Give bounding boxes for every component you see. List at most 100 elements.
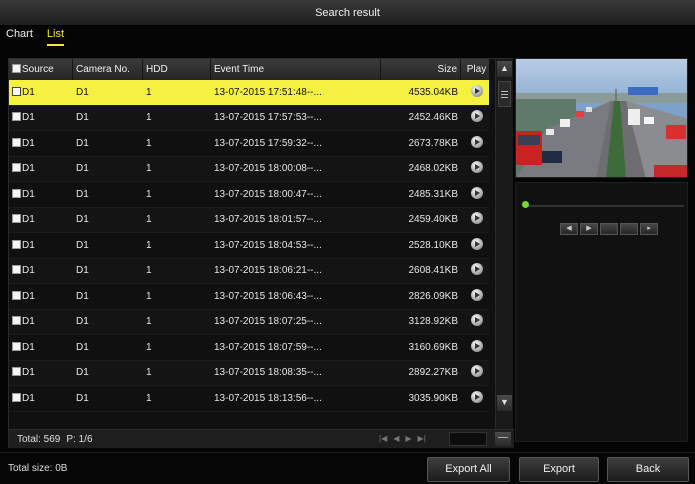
cell-event-time: 13-07-2015 18:00:47--...	[214, 188, 322, 200]
play-icon[interactable]	[470, 84, 483, 97]
row-checkbox[interactable]	[12, 367, 21, 377]
cell-size: 2892.27KB	[408, 367, 459, 379]
row-checkbox[interactable]	[12, 341, 21, 351]
list-footer: Total: 569 P: 1/6 |◀ ◀ ▶ ▶| —	[9, 429, 514, 448]
bottom-bar: Total size: 0B Export All Export Back	[0, 452, 695, 484]
video-preview	[515, 58, 688, 178]
row-checkbox[interactable]	[12, 137, 21, 147]
row-checkbox[interactable]	[12, 188, 21, 198]
row-checkbox[interactable]	[12, 392, 21, 402]
stop-icon[interactable]	[600, 223, 618, 235]
row-checkbox[interactable]	[12, 86, 21, 96]
cell-hdd: 1	[146, 290, 152, 302]
play-icon[interactable]	[470, 263, 483, 276]
cell-source: D1	[9, 239, 73, 251]
cell-play	[461, 365, 489, 380]
cell-size: 3035.90KB	[408, 392, 459, 404]
cell-camera-no: D1	[76, 163, 89, 175]
page-number-input[interactable]	[449, 432, 487, 446]
cell-source: D1	[9, 316, 73, 327]
row-checkbox[interactable]	[12, 163, 21, 173]
fast-forward-icon[interactable]: ▸	[640, 223, 658, 235]
table-row[interactable]: D1 D1 1 13-07-2015 18:00:47--... 2485.31KB	[9, 182, 489, 208]
pager: |◀ ◀ ▶ ▶|	[379, 434, 426, 443]
table-row[interactable]: D1 D1 1 13-07-2015 17:51:48--... 4535.04KB	[9, 80, 489, 106]
play-icon[interactable]	[470, 390, 483, 403]
tab-chart[interactable]: Chart	[6, 28, 33, 46]
scroll-down-button[interactable]: ▼	[497, 395, 512, 411]
header-camera-no: Camera No.	[73, 59, 143, 80]
table-row[interactable]: D1 D1 1 13-07-2015 18:06:21--... 2608.41KB	[9, 258, 489, 284]
select-all-checkbox[interactable]	[12, 64, 21, 73]
play-icon[interactable]	[470, 314, 483, 327]
cell-camera-no: D1	[76, 137, 89, 149]
row-checkbox[interactable]	[12, 316, 21, 326]
table-row[interactable]: D1 D1 1 13-07-2015 18:07:25--... 3128.92KB	[9, 309, 489, 335]
progress-indicator[interactable]	[522, 201, 529, 208]
table-row[interactable]: D1 D1 1 13-07-2015 17:57:53--... 2452.46KB	[9, 105, 489, 131]
play-icon[interactable]	[470, 110, 483, 123]
table-row[interactable]: D1 D1 1 13-07-2015 18:01:57--... 2459.40KB	[9, 207, 489, 233]
row-checkbox[interactable]	[12, 265, 21, 275]
last-page-icon[interactable]: ▶|	[418, 434, 426, 443]
table-row[interactable]: D1 D1 1 13-07-2015 18:13:56--... 3035.90KB	[9, 386, 489, 412]
cell-hdd: 1	[146, 112, 152, 124]
play-icon[interactable]	[470, 212, 483, 225]
table-row[interactable]: D1 D1 1 13-07-2015 18:08:35--... 2892.27KB	[9, 360, 489, 386]
view-tabs: Chart List	[6, 28, 65, 46]
progress-track[interactable]	[524, 205, 684, 207]
cell-camera-no: D1	[76, 86, 89, 98]
cell-event-time: 13-07-2015 17:57:53--...	[214, 112, 322, 124]
row-checkbox[interactable]	[12, 290, 21, 300]
play-icon[interactable]	[470, 339, 483, 352]
cell-event-time: 13-07-2015 18:07:25--...	[214, 316, 322, 328]
cell-event-time: 13-07-2015 18:06:43--...	[214, 290, 322, 302]
play-icon[interactable]	[470, 365, 483, 378]
table-row[interactable]: D1 D1 1 13-07-2015 18:04:53--... 2528.10KB	[9, 233, 489, 259]
play-icon[interactable]	[470, 161, 483, 174]
cell-size: 2673.78KB	[408, 137, 459, 149]
cell-play	[461, 161, 489, 176]
cell-source: D1	[9, 137, 73, 149]
play-icon[interactable]	[470, 237, 483, 250]
cell-camera-no: D1	[76, 367, 89, 379]
row-checkbox[interactable]	[12, 239, 21, 249]
play-icon[interactable]	[470, 135, 483, 148]
table-row[interactable]: D1 D1 1 13-07-2015 18:06:43--... 2826.09KB	[9, 284, 489, 310]
header-source[interactable]: Source	[9, 59, 73, 80]
cell-hdd: 1	[146, 316, 152, 328]
play-icon[interactable]: ▶	[580, 223, 598, 235]
cell-play	[461, 84, 489, 100]
next-page-icon[interactable]: ▶	[405, 434, 411, 443]
scroll-up-button[interactable]: ▲	[497, 61, 512, 77]
prev-page-icon[interactable]: ◀	[393, 434, 399, 443]
cell-camera-no: D1	[76, 112, 89, 124]
row-checkbox[interactable]	[12, 214, 21, 224]
cell-play	[461, 186, 489, 202]
cell-size: 2528.10KB	[408, 239, 459, 251]
cell-source: D1	[9, 163, 73, 174]
back-button[interactable]: Back	[607, 457, 689, 482]
table-row[interactable]: D1 D1 1 13-07-2015 18:07:59--... 3160.69KB	[9, 335, 489, 361]
table-row[interactable]: D1 D1 1 13-07-2015 17:59:32--... 2673.78KB	[9, 131, 489, 157]
cell-event-time: 13-07-2015 18:06:21--...	[214, 265, 322, 277]
list-scrollbar[interactable]: ▲ ▼	[495, 59, 513, 429]
cell-hdd: 1	[146, 188, 152, 200]
row-checkbox[interactable]	[12, 112, 21, 122]
cell-source: D1	[9, 86, 73, 98]
forward-icon[interactable]	[620, 223, 638, 235]
export-all-button[interactable]: Export All	[427, 457, 510, 482]
cell-hdd: 1	[146, 341, 152, 353]
tab-list[interactable]: List	[46, 28, 65, 46]
page-go-button[interactable]: —	[495, 432, 511, 446]
first-page-icon[interactable]: |◀	[379, 434, 387, 443]
export-button[interactable]: Export	[519, 457, 599, 482]
cell-event-time: 13-07-2015 18:13:56--...	[214, 392, 322, 404]
cell-hdd: 1	[146, 367, 152, 379]
scroll-thumb[interactable]	[498, 81, 511, 107]
table-row[interactable]: D1 D1 1 13-07-2015 18:00:08--... 2468.02KB	[9, 156, 489, 182]
play-icon[interactable]	[470, 288, 483, 301]
rewind-icon[interactable]: ◀	[560, 223, 578, 235]
cell-play	[461, 390, 489, 406]
play-icon[interactable]	[470, 186, 483, 199]
